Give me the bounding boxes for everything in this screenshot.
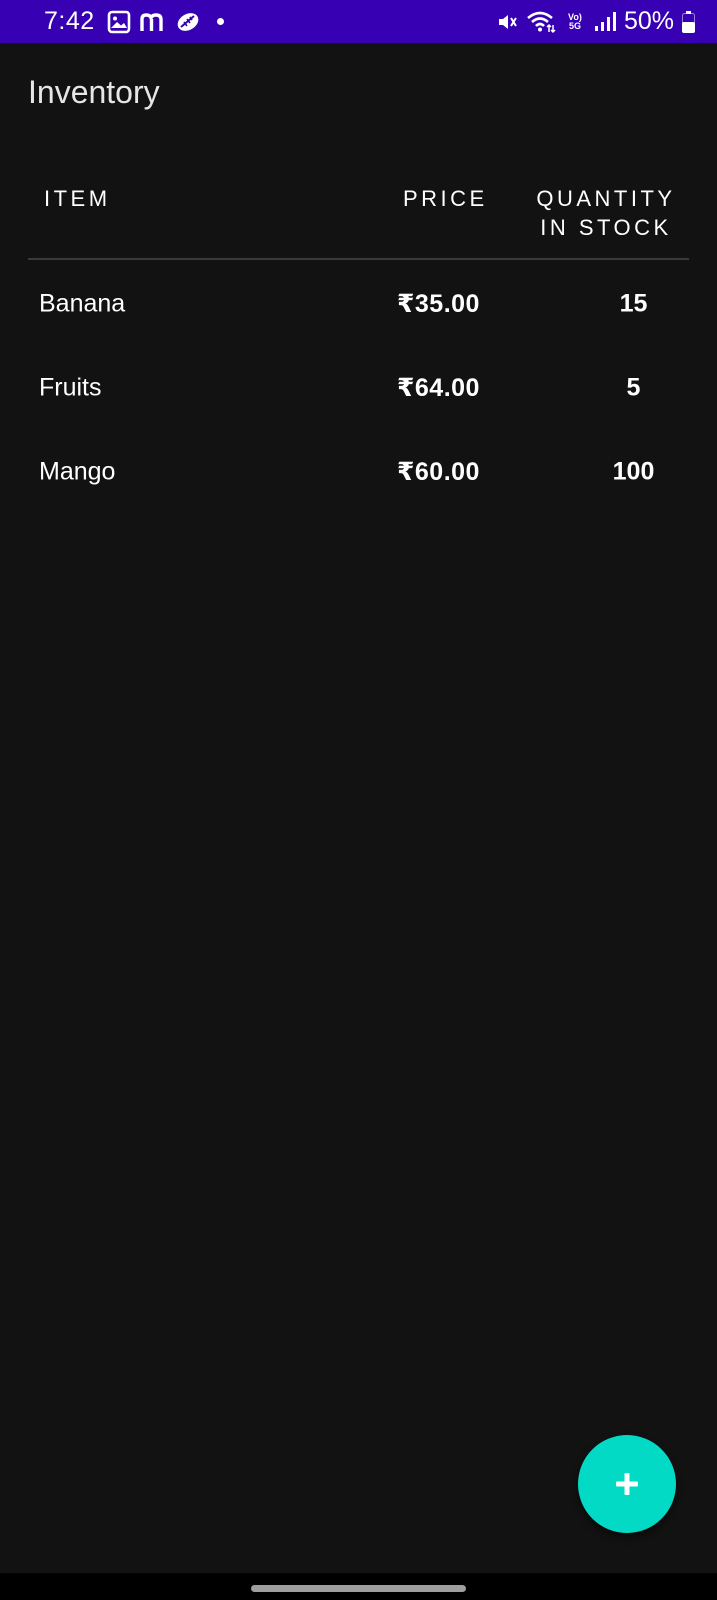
- item-quantity: 100: [612, 457, 655, 486]
- column-header-quantity: QUANTITY IN STOCK: [526, 184, 686, 242]
- wifi-icon: [526, 10, 556, 34]
- navigation-bar: [0, 1573, 717, 1600]
- item-quantity: 15: [619, 289, 648, 318]
- item-quantity: 5: [626, 373, 641, 402]
- item-price: ₹60.00: [397, 458, 480, 486]
- table-header: ITEM PRICE QUANTITY IN STOCK: [28, 180, 689, 260]
- column-header-price: PRICE: [403, 186, 488, 211]
- status-left: 7:42: [44, 7, 224, 36]
- column-header-quantity-line1: QUANTITY: [536, 186, 676, 211]
- status-time: 7:42: [44, 7, 95, 35]
- battery-icon: [682, 10, 695, 33]
- volte-5g-icon: Vo) 5G: [568, 11, 582, 31]
- add-item-button[interactable]: [578, 1435, 676, 1533]
- item-name: Fruits: [39, 373, 102, 402]
- m-app-icon: [139, 10, 167, 34]
- status-right: Vo) 5G 50%: [496, 7, 695, 36]
- vibrate-mute-icon: [496, 11, 518, 33]
- inventory-screen: 7:42 Vo) 5G 50% Inventory ITEM PRICE QUA…: [0, 0, 717, 1600]
- signal-icon: [594, 11, 616, 32]
- home-indicator[interactable]: [251, 1585, 466, 1592]
- item-price: ₹35.00: [397, 290, 480, 318]
- item-name: Banana: [39, 289, 126, 318]
- battery-percent: 50%: [623, 7, 674, 35]
- notification-dot-icon: [216, 18, 224, 25]
- item-name: Mango: [39, 457, 116, 486]
- table-row[interactable]: Fruits ₹64.00 5: [28, 346, 689, 430]
- column-header-item: ITEM: [44, 186, 111, 211]
- table-row[interactable]: Mango ₹60.00 100: [28, 430, 689, 514]
- plus-icon: [614, 1471, 640, 1497]
- item-price: ₹64.00: [397, 374, 480, 402]
- gallery-icon: [107, 10, 131, 34]
- column-header-quantity-line2: IN STOCK: [540, 215, 672, 240]
- page-title: Inventory: [28, 74, 160, 110]
- leaf-app-icon: [175, 10, 201, 34]
- status-bar: 7:42 Vo) 5G 50%: [0, 0, 717, 43]
- table-row[interactable]: Banana ₹35.00 15: [28, 262, 689, 346]
